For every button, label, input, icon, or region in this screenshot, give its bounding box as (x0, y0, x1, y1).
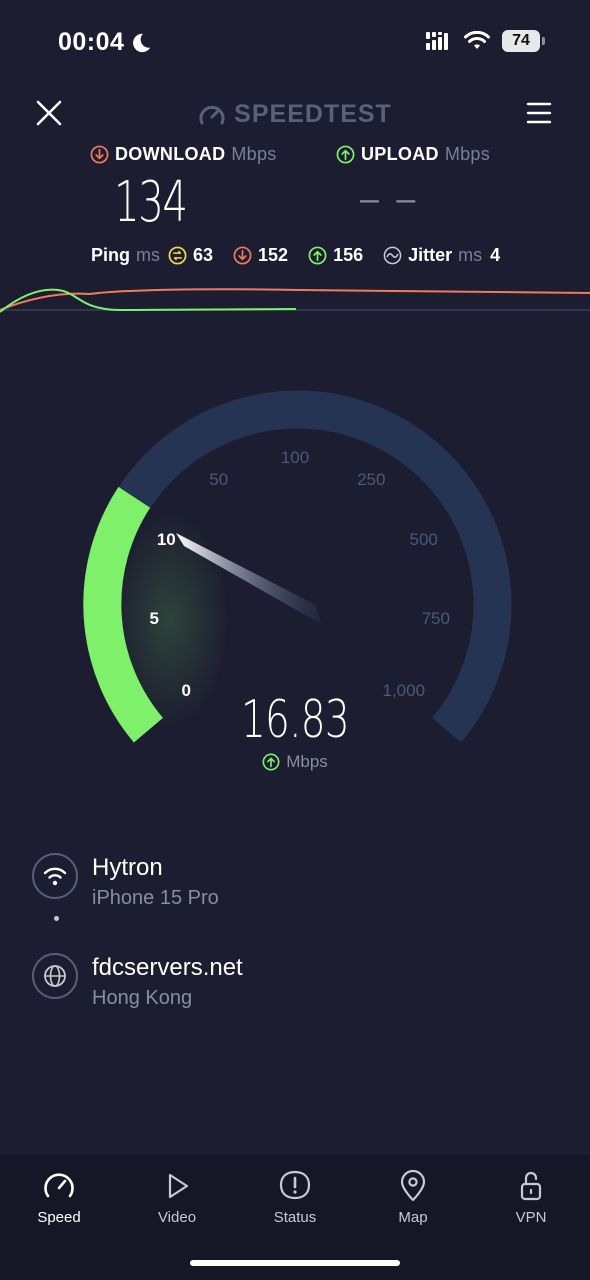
upload-arrow-icon (262, 753, 280, 771)
upload-arrow-icon (336, 145, 355, 164)
status-bar-time: 00:04 (58, 28, 152, 57)
speedtest-logo: SPEEDTEST (0, 100, 590, 129)
unlock-icon (520, 1171, 542, 1201)
current-speed-unit: Mbps (286, 752, 328, 771)
clock: 00:04 (58, 28, 125, 56)
jitter-unit: ms (458, 245, 483, 265)
device-name: iPhone 15 Pro (92, 887, 219, 909)
download-speed-value: 134 (114, 170, 188, 235)
nav-label-map: Map (398, 1209, 428, 1226)
alert-icon (279, 1170, 311, 1200)
upload-unit: Mbps (444, 144, 491, 164)
server-location: Hong Kong (92, 987, 193, 1009)
network-text: Hytron iPhone 15 Pro (92, 853, 219, 913)
ping-upload-value: 156 (333, 245, 364, 265)
download-heading: DOWNLOAD Mbps (90, 144, 277, 165)
speedtest-logo-icon (199, 105, 225, 124)
ping-label: Ping (91, 245, 130, 265)
current-speed-value: 16.83 (241, 690, 350, 750)
upload-graph-line (0, 288, 297, 313)
ping-download-value: 152 (258, 245, 289, 265)
download-label: DOWNLOAD (115, 144, 226, 164)
jitter-value: 4 (490, 245, 501, 265)
menu-icon[interactable] (526, 100, 552, 126)
map-pin-icon (400, 1169, 426, 1202)
gauge-tick-label: 100 (280, 448, 310, 467)
nav-label-speed: Speed (37, 1209, 81, 1226)
nav-label-vpn: VPN (515, 1209, 547, 1226)
ping-row: Ping ms 63 152 156 Jitter ms 4 (91, 245, 500, 266)
gauge-tick-label: 750 (421, 608, 450, 628)
idle-latency-icon (168, 246, 187, 265)
nav-item-vpn[interactable]: VPN (472, 1155, 590, 1280)
upload-label: UPLOAD (361, 144, 439, 164)
gauge-tick-label: 50 (209, 470, 229, 490)
battery-indicator: 74 (502, 30, 545, 52)
current-speed-unit-row: Mbps (0, 752, 590, 772)
battery-level: 74 (512, 32, 530, 49)
ping-unit: ms (136, 245, 160, 265)
nav-label-status: Status (273, 1209, 317, 1226)
upload-latency-icon (308, 246, 327, 265)
wifi-icon (464, 31, 490, 49)
wifi-icon (32, 853, 78, 899)
globe-icon (32, 953, 78, 999)
play-icon (168, 1173, 189, 1199)
gauge-tick-label: 10 (156, 529, 176, 549)
download-unit: Mbps (231, 144, 277, 164)
status-bar-indicators: 74 (426, 30, 545, 52)
speedometer-icon (44, 1173, 74, 1198)
network-info[interactable]: Hytron iPhone 15 Pro (32, 853, 219, 913)
nav-item-speed[interactable]: Speed (0, 1155, 118, 1280)
upload-heading: UPLOAD Mbps (336, 144, 490, 165)
connector-dot (54, 916, 59, 921)
server-text: fdcservers.net Hong Kong (92, 953, 243, 1013)
jitter-icon (383, 246, 402, 265)
brand-name: SPEEDTEST (234, 100, 392, 128)
speedtest-screen: 00:04 74 SPEEDTEST DOWNLOAD Mbps UPLOAD … (0, 0, 590, 1280)
gauge-tick-label: 500 (409, 529, 438, 549)
gauge-tick-label: 5 (149, 608, 159, 628)
gauge-tick-label: 250 (357, 470, 386, 490)
nav-label-video: Video (157, 1209, 197, 1226)
ping-idle-value: 63 (193, 245, 214, 265)
home-indicator (190, 1260, 400, 1266)
moon-icon (133, 33, 151, 52)
server-info[interactable]: fdcservers.net Hong Kong (32, 953, 243, 1013)
wifi-glyph (43, 867, 67, 886)
network-name: Hytron (92, 854, 163, 881)
download-graph-line (0, 288, 590, 311)
cellular-signal-icon (426, 32, 448, 50)
download-latency-icon (233, 246, 252, 265)
globe-glyph (44, 965, 66, 987)
upload-speed-value: – – (360, 180, 420, 218)
download-arrow-icon (90, 145, 109, 164)
server-name: fdcservers.net (92, 954, 243, 981)
jitter-label: Jitter (408, 245, 453, 265)
current-speed: 16.83 (0, 690, 590, 750)
speed-history-graph (0, 288, 590, 313)
